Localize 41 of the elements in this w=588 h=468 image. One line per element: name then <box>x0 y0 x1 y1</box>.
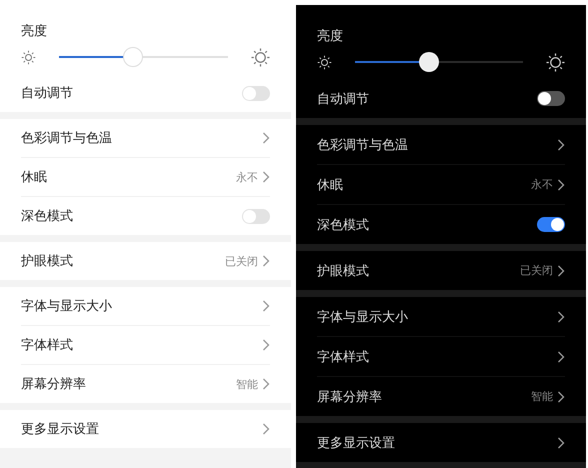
setting-label: 护眼模式 <box>317 262 369 280</box>
setting-label: 深色模式 <box>317 216 369 234</box>
setting-value: 永不 <box>531 177 553 192</box>
toggle-switch[interactable] <box>242 208 270 224</box>
setting-value: 已关闭 <box>225 254 258 268</box>
brightness-low-icon <box>317 54 332 70</box>
brightness-high-icon <box>546 52 565 72</box>
setting-value: 已关闭 <box>520 263 553 278</box>
setting-label: 色彩调节与色温 <box>21 130 112 147</box>
setting-value: 永不 <box>236 170 258 184</box>
brightness-low-icon <box>21 50 36 64</box>
toggle-switch[interactable] <box>537 217 565 232</box>
setting-label: 自动调节 <box>21 85 73 102</box>
setting-label: 亮度 <box>317 28 344 45</box>
setting-label: 更多显示设置 <box>317 434 395 452</box>
setting-label: 护眼模式 <box>21 253 73 270</box>
chevron-icon[interactable] <box>557 310 565 322</box>
setting-label: 亮度 <box>21 23 48 40</box>
setting-label: 屏幕分辨率 <box>317 388 382 406</box>
toggle-switch[interactable] <box>242 86 270 100</box>
chevron-icon[interactable] <box>557 390 565 402</box>
setting-label: 更多显示设置 <box>21 421 99 438</box>
brightness-high-icon <box>251 48 270 66</box>
setting-label: 屏幕分辨率 <box>21 376 86 393</box>
chevron-icon[interactable] <box>557 178 565 190</box>
setting-label: 字体样式 <box>317 348 369 366</box>
setting-label: 字体样式 <box>21 337 73 354</box>
setting-label: 休眠 <box>21 169 47 186</box>
chevron-icon[interactable] <box>557 436 565 448</box>
setting-label: 休眠 <box>317 176 343 194</box>
toggle-switch[interactable] <box>537 91 565 106</box>
setting-value: 智能 <box>531 389 553 404</box>
chevron-icon[interactable] <box>557 350 565 362</box>
chevron-icon[interactable] <box>557 264 565 276</box>
setting-label: 字体与显示大小 <box>317 308 408 326</box>
setting-label: 深色模式 <box>21 208 73 225</box>
setting-value: 智能 <box>236 376 258 392</box>
chevron-icon[interactable] <box>557 138 565 150</box>
setting-label: 色彩调节与色温 <box>317 136 408 154</box>
setting-label: 自动调节 <box>317 90 369 108</box>
setting-label: 字体与显示大小 <box>21 298 112 315</box>
